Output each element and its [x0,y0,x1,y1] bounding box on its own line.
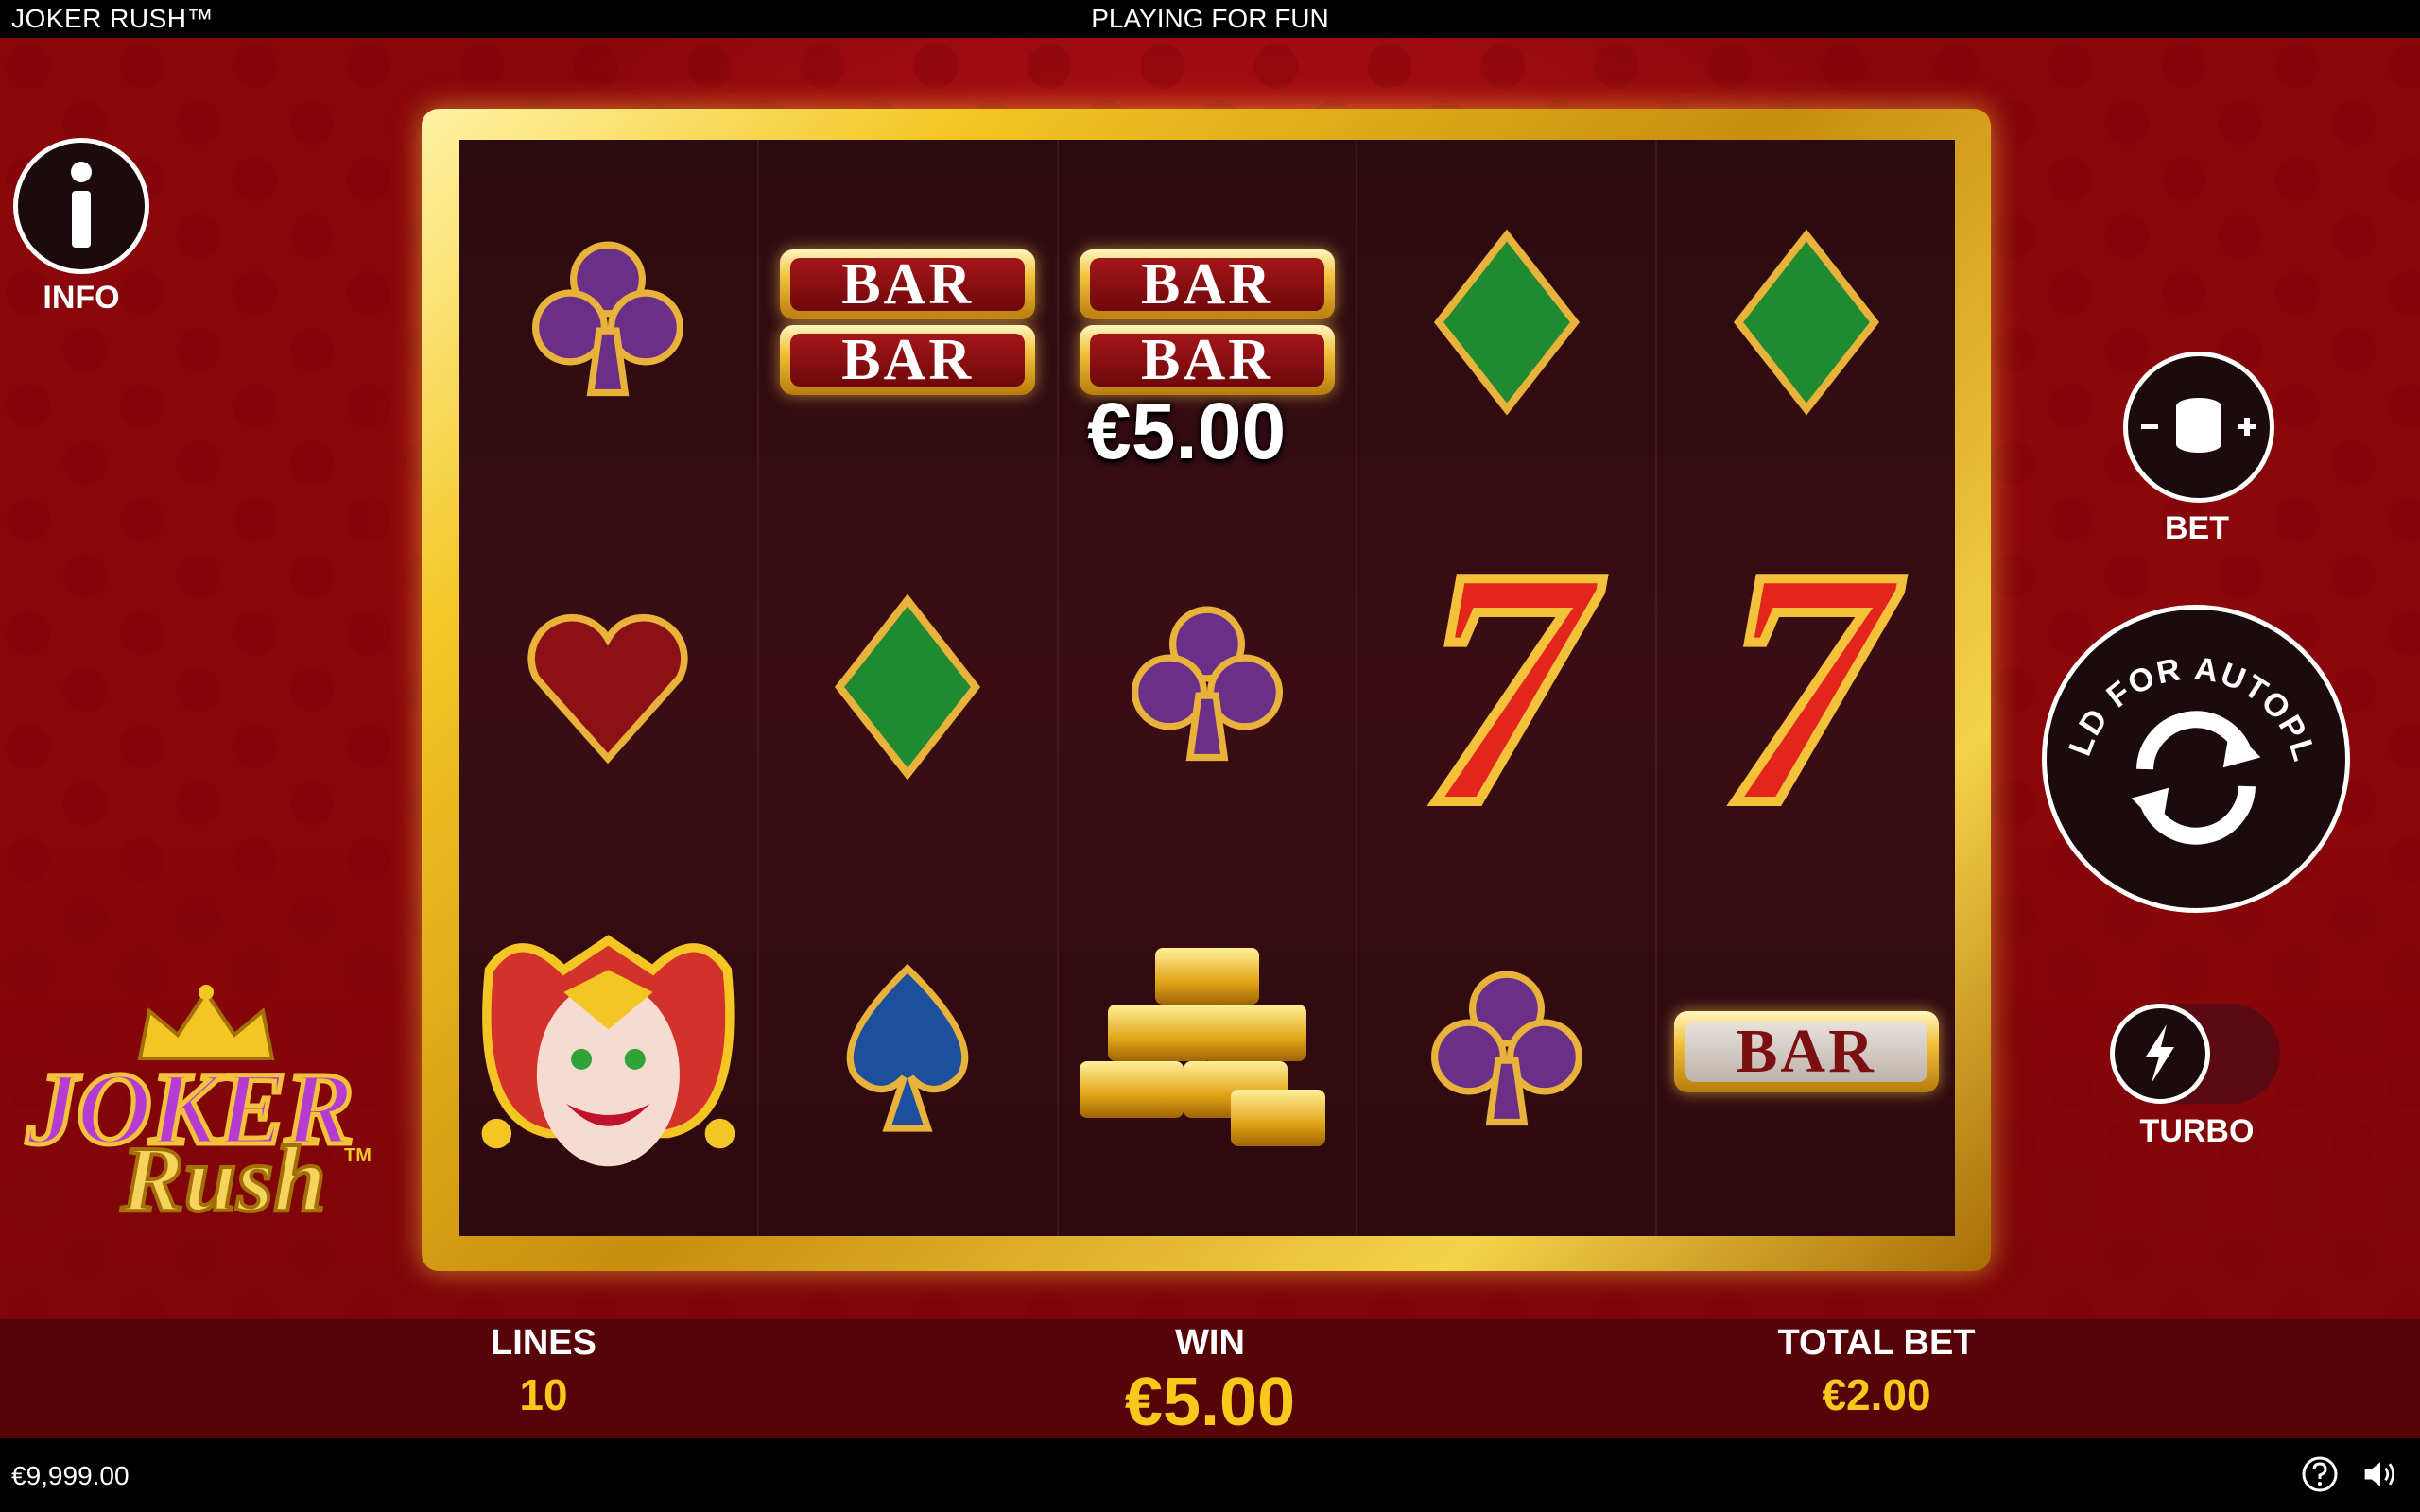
bar-text: BAR [790,331,1026,389]
reel-2: BAR BAR [759,140,1059,1236]
club-symbol [1357,869,1655,1234]
club-symbol [1059,505,1357,869]
reel-3: BAR BAR [1059,140,1358,1236]
info-label: INFO [43,280,120,316]
bar-text: BAR [1089,255,1324,314]
info-icon [71,162,92,248]
bar-text: BAR [790,255,1026,314]
reel-win-amount: €5.00 [1087,387,1287,475]
diamond-symbol [1357,140,1655,505]
help-icon[interactable] [2301,1455,2339,1493]
club-symbol [459,140,757,505]
spin-button[interactable]: HOLD FOR AUTOPLAY [2042,605,2350,913]
total-bet-value: €2.00 [1822,1370,1931,1419]
logo-line2: Rush [119,1125,328,1233]
svg-text:HOLD FOR AUTOPLAY: HOLD FOR AUTOPLAY [2042,605,2323,766]
bar-text: BAR [1089,331,1324,389]
turbo-button[interactable] [2110,1004,2210,1104]
balance-text: €9,999.00 [11,1461,130,1490]
reels-area: BAR BAR BAR BAR 7 7 BAR [459,140,1955,1236]
joker-rush-logo: JOKER Rush TM [25,983,424,1233]
double-bar-symbol: BAR BAR [759,140,1057,505]
win-label: WIN [1175,1323,1245,1363]
seven-symbol: 7 [1717,498,1896,875]
reel-4: 7 [1357,140,1658,1236]
win-value: €5.00 [1124,1365,1296,1440]
footer-bar: €9,999.00 [0,1438,2420,1512]
play-mode-text: PLAYING FOR FUN [1091,4,1329,33]
turbo-toggle[interactable] [2110,1004,2280,1104]
top-bar: JOKER RUSH™ PLAYING FOR FUN [0,0,2420,38]
gold-bars-symbol [1059,869,1357,1234]
coins-icon [2141,398,2256,453]
lightning-icon [2146,1024,2174,1083]
bar-symbol: BAR [1657,869,1955,1234]
turbo-label: TURBO [2139,1113,2255,1149]
diamond-symbol [1657,140,1955,505]
heart-symbol [459,505,757,869]
spade-symbol [759,869,1057,1234]
joker-symbol [459,869,757,1234]
stats-bar: LINES 10 WIN €5.00 TOTAL BET €2.00 [0,1319,2420,1441]
total-bet-display: TOTAL BET €2.00 [1720,1323,2032,1420]
bet-label: BET [2165,510,2229,546]
info-button[interactable] [13,138,149,274]
lines-display: LINES 10 [425,1323,662,1420]
lines-label: LINES [491,1323,596,1363]
seven-symbol: 7 [1417,498,1597,875]
win-display: WIN €5.00 [1068,1323,1352,1441]
diamond-symbol [759,505,1057,869]
bar-text: BAR [1685,1021,1927,1083]
bet-button[interactable] [2123,352,2274,503]
reel-5: 7 BAR [1657,140,1955,1236]
total-bet-label: TOTAL BET [1777,1323,1976,1363]
lines-value: 10 [519,1370,568,1419]
reel-1 [459,140,759,1236]
logo-trademark: TM [344,1145,372,1166]
sound-icon[interactable] [2361,1455,2399,1493]
autoplay-text-ring: HOLD FOR AUTOPLAY [2042,605,2323,766]
